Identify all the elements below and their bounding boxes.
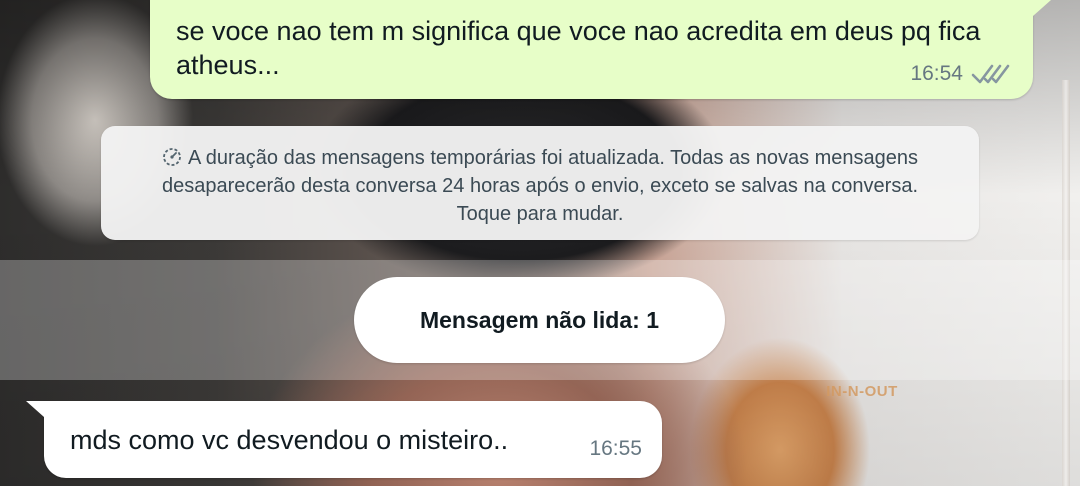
incoming-message-text: mds como vc desvendou o misteiro..	[70, 425, 509, 455]
timer-icon	[163, 148, 181, 166]
incoming-message-bubble[interactable]: mds como vc desvendou o misteiro.. 16:55	[26, 401, 662, 478]
incoming-message-time: 16:55	[589, 437, 642, 460]
wallpaper-sign: IN-N-OUT	[826, 383, 898, 400]
unread-messages-divider: Mensagem não lida: 1	[354, 277, 725, 363]
disappearing-messages-notice[interactable]: A duração das mensagens temporárias foi …	[101, 126, 979, 240]
outgoing-message-meta: 16:54	[910, 62, 1013, 86]
double-check-icon	[971, 64, 1010, 84]
outgoing-message-text: se voce nao tem m significa que voce nao…	[176, 16, 981, 80]
outgoing-message-time: 16:54	[910, 62, 963, 85]
system-notice-text: A duração das mensagens temporárias foi …	[141, 144, 939, 228]
system-notice-message: A duração das mensagens temporárias foi …	[161, 147, 919, 225]
outgoing-message-bubble[interactable]: se voce nao tem m significa que voce nao…	[150, 0, 1051, 99]
unread-messages-label: Mensagem não lida: 1	[419, 306, 659, 333]
